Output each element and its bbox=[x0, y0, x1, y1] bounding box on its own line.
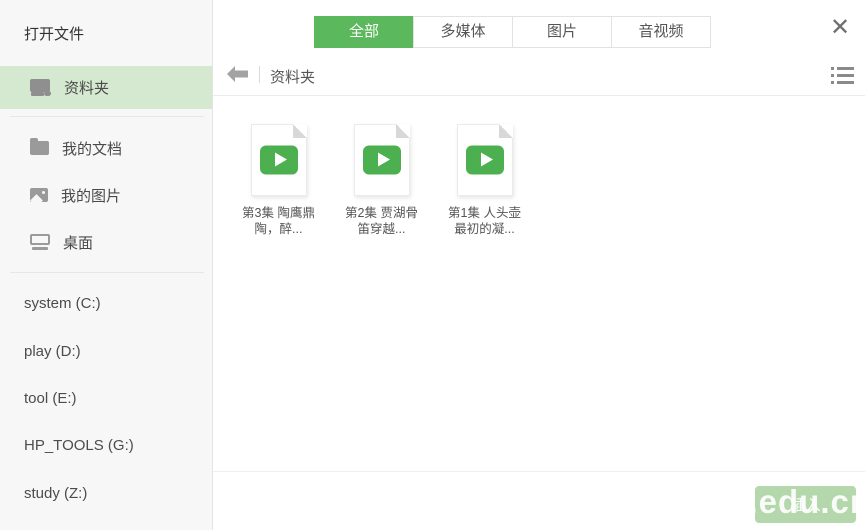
sidebar-item-drive-d[interactable]: play (D:) bbox=[24, 337, 81, 365]
page-fold-corner bbox=[396, 124, 410, 138]
file-name: 第3集 陶鹰鼎陶，醉... bbox=[242, 205, 315, 237]
file-item-video[interactable]: 第3集 陶鹰鼎陶，醉... bbox=[227, 124, 330, 237]
file-item-video[interactable]: 第2集 贾湖骨笛穿越... bbox=[330, 124, 433, 237]
folder-icon bbox=[30, 141, 49, 155]
sidebar-item-drive-c[interactable]: system (C:) bbox=[24, 289, 101, 317]
computer-icon bbox=[30, 79, 51, 96]
breadcrumb: 资料夹 bbox=[270, 66, 315, 87]
tab-multimedia[interactable]: 多媒体 bbox=[413, 16, 513, 48]
back-arrow-icon[interactable] bbox=[227, 66, 249, 82]
play-icon bbox=[363, 146, 401, 175]
sidebar-item-my-pictures[interactable]: 我的图片 bbox=[0, 180, 212, 210]
page-fold-corner bbox=[499, 124, 513, 138]
tab-pictures[interactable]: 图片 bbox=[512, 16, 612, 48]
page-fold-corner bbox=[293, 124, 307, 138]
sidebar-item-folders[interactable]: 资料夹 bbox=[0, 66, 212, 109]
sidebar-item-desktop[interactable]: 桌面 bbox=[0, 227, 212, 257]
toolbar-divider bbox=[213, 95, 865, 96]
dialog-title: 打开文件 bbox=[24, 23, 84, 44]
file-item-video[interactable]: 第1集 人头壶最初的凝... bbox=[433, 124, 536, 237]
sidebar: 打开文件 资料夹 我的文档 我的图片 桌面 system (C:) play (… bbox=[0, 0, 213, 530]
sidebar-divider bbox=[10, 272, 204, 273]
sidebar-item-label: 资料夹 bbox=[64, 77, 109, 98]
file-grid: 第3集 陶鹰鼎陶，醉... 第2集 贾湖骨笛穿越... 第1集 人头壶最 bbox=[227, 124, 536, 237]
sidebar-item-label: 我的图片 bbox=[61, 185, 121, 206]
file-name: 第1集 人头壶最初的凝... bbox=[448, 205, 521, 237]
play-icon bbox=[466, 146, 504, 175]
desktop-icon bbox=[30, 234, 50, 250]
toolbar-separator bbox=[259, 66, 260, 83]
close-icon[interactable]: ✕ bbox=[826, 14, 854, 42]
sidebar-item-label: 桌面 bbox=[63, 232, 93, 253]
file-name: 第2集 贾湖骨笛穿越... bbox=[345, 205, 418, 237]
sidebar-item-drive-z[interactable]: study (Z:) bbox=[24, 479, 87, 507]
image-icon bbox=[30, 188, 48, 202]
footer-divider bbox=[213, 471, 865, 472]
insert-button[interactable]: 插入 bbox=[755, 486, 856, 523]
video-file-icon bbox=[457, 124, 513, 196]
sidebar-item-label: 我的文档 bbox=[62, 138, 122, 159]
video-file-icon bbox=[354, 124, 410, 196]
tab-audio-video[interactable]: 音视频 bbox=[611, 16, 711, 48]
play-icon bbox=[260, 146, 298, 175]
sidebar-item-drive-g[interactable]: HP_TOOLS (G:) bbox=[24, 431, 134, 459]
list-view-icon[interactable] bbox=[831, 67, 854, 84]
main-panel: 全部 多媒体 图片 音视频 ✕ 资料夹 bbox=[213, 0, 865, 530]
sidebar-item-my-documents[interactable]: 我的文档 bbox=[0, 133, 212, 163]
tab-all[interactable]: 全部 bbox=[314, 16, 414, 48]
filter-tabbar: 全部 多媒体 图片 音视频 bbox=[315, 16, 711, 48]
video-file-icon bbox=[251, 124, 307, 196]
sidebar-divider bbox=[10, 116, 204, 117]
open-file-dialog: 打开文件 资料夹 我的文档 我的图片 桌面 system (C:) play (… bbox=[0, 0, 865, 530]
sidebar-item-drive-e[interactable]: tool (E:) bbox=[24, 384, 77, 412]
